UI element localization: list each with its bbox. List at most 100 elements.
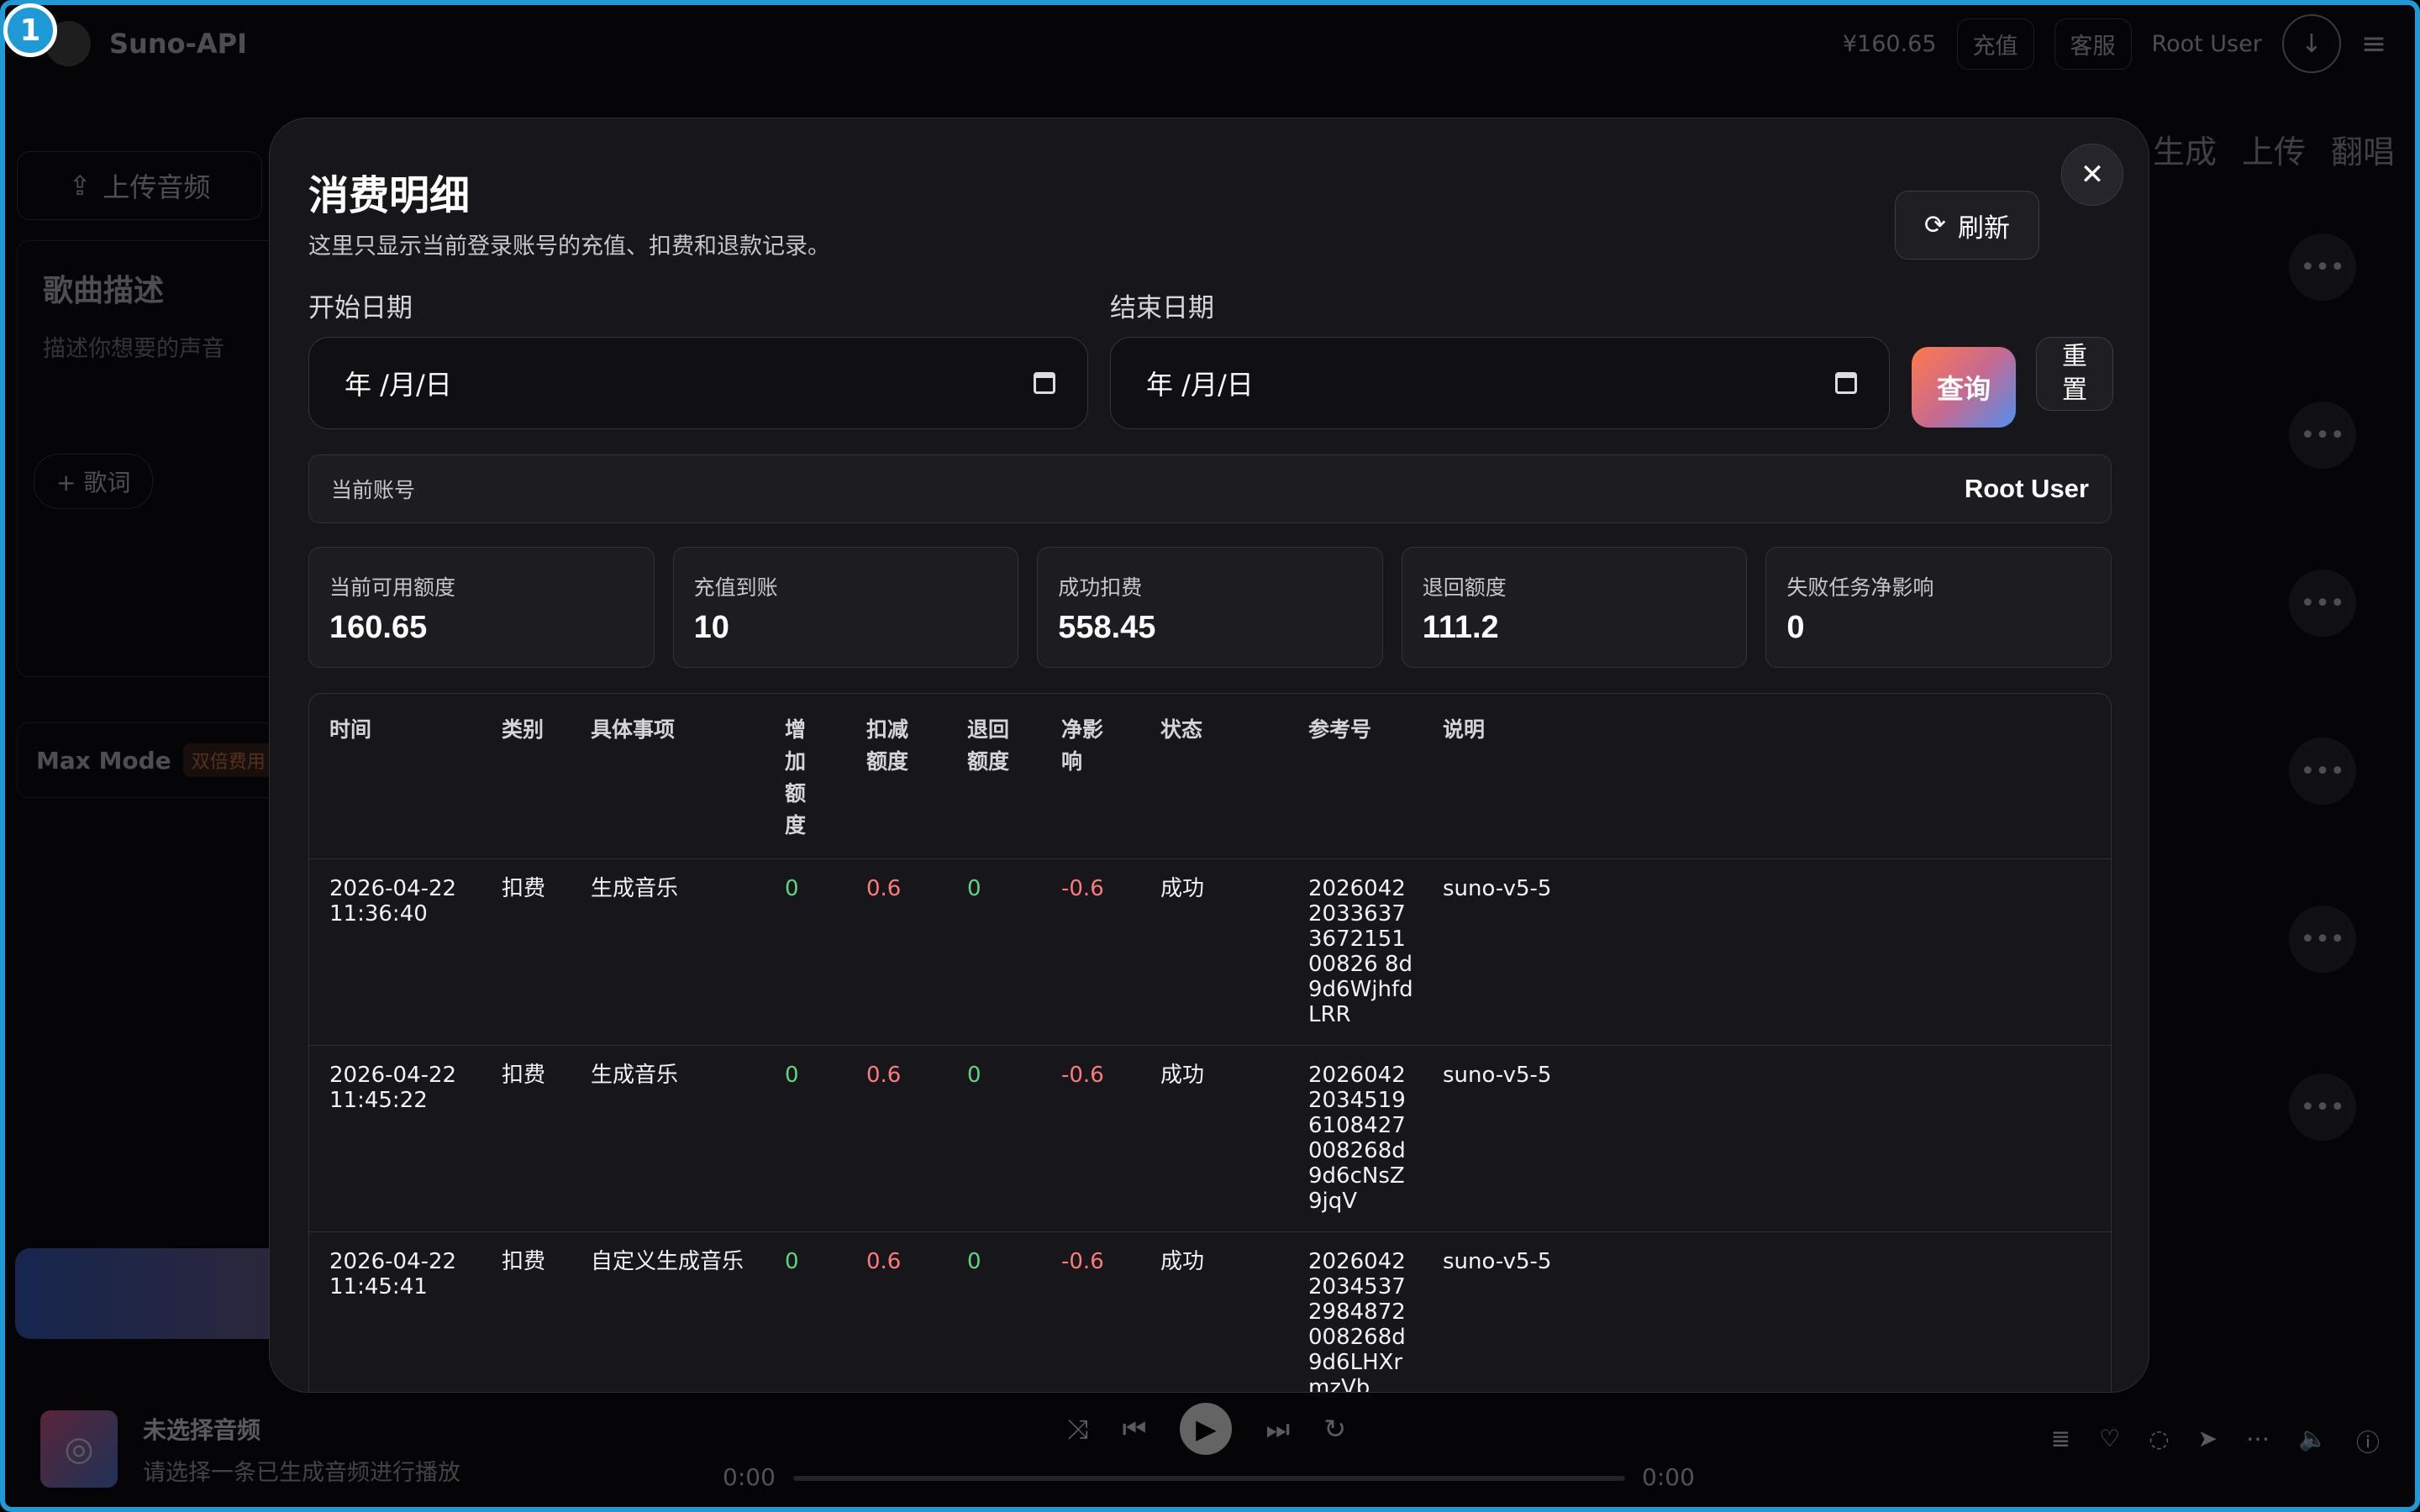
stat-value: 0 [1786,610,1805,645]
play-icon[interactable]: ▶ [1180,1403,1233,1455]
lyrics-button[interactable]: + 歌词 [34,454,154,509]
records-table: 时间 类别 具体事项 增加额度 扣减额度 退回额度 净影响 状态 参考号 说明 … [308,693,2112,1392]
download-icon[interactable]: ↓ [2281,14,2341,73]
cell-ref: 202604220345196108427008268d9d6cNsZ9jqV [1288,1045,1423,1232]
start-date-label: 开始日期 [308,293,413,323]
calendar-icon[interactable] [1835,372,1857,394]
progress-bar[interactable] [793,1476,1625,1481]
cell-net: -0.6 [1041,858,1140,1046]
col-header-text: 净影响 [1061,717,1104,774]
top-bar: Suno-API ¥160.65 充值 客服 Root User ↓ ≡ [0,0,2420,87]
start-date-input[interactable]: 年 /月/日 [308,337,1088,429]
upload-icon: ⇪ [68,170,92,202]
balance-display: ¥160.65 [1842,30,1937,57]
col-header: 说明 [1423,694,2111,859]
player-controls: ⤨ ⏮ ▶ ⏭ ↻ [1067,1403,1346,1455]
refresh-button[interactable]: ⟳ 刷新 [1895,191,2039,260]
user-name[interactable]: Root User [2152,31,2262,57]
prev-icon[interactable]: ⏮ [1123,1413,1147,1446]
col-header: 类别 [481,694,571,859]
cell-time: 2026-04-22 11:45:41 [309,1231,481,1392]
upload-audio-button[interactable]: ⇪ 上传音频 [17,151,262,220]
query-button[interactable]: 查询 [1912,347,2016,428]
album-cover-icon: ◎ [40,1410,118,1488]
cell-net: -0.6 [1041,1045,1140,1232]
stat-card-failed-net: 失败任务净影响 0 [1765,547,2112,668]
stat-card-available: 当前可用额度 160.65 [308,547,655,668]
tab-upload[interactable]: 上传 [2242,126,2306,172]
stat-label: 退回额度 [1422,575,1507,600]
cell-time: 2026-04-22 11:45:22 [309,1045,481,1232]
col-header: 净影响 [1041,694,1140,859]
more-icon[interactable]: ⋯ [2246,1425,2270,1458]
cell-refund: 0 [947,858,1041,1046]
cell-note: suno-v5-5 [1423,858,2111,1046]
end-date-input[interactable]: 年 /月/日 [1110,337,1890,429]
upload-audio-label: 上传音频 [103,171,211,203]
track-title: 未选择音频 [143,1415,261,1444]
col-header-text: 增加额度 [785,717,807,837]
more-icon[interactable]: ••• [2289,906,2356,973]
comment-icon[interactable]: ◌ [2149,1425,2169,1458]
modal-description: 这里只显示当前登录账号的充值、扣费和退款记录。 [308,234,830,260]
stat-label: 失败任务净影响 [1786,575,1934,600]
col-header: 状态 [1140,694,1288,859]
time-end: 0:00 [1642,1463,1695,1491]
brand-name: Suno-API [109,28,247,60]
cell-note: suno-v5-5 [1423,1231,2111,1392]
volume-icon[interactable]: 🔈 [2298,1425,2328,1458]
more-icon[interactable]: ••• [2289,1074,2356,1141]
cell-status: 成功 [1140,1045,1288,1232]
cell-item: 生成音乐 [571,1045,765,1232]
more-icon[interactable]: ••• [2289,402,2356,469]
cell-item: 自定义生成音乐 [571,1231,765,1392]
refresh-icon: ⟳ [1924,210,1946,240]
tab-cover[interactable]: 翻唱 [2331,126,2395,172]
modal-title: 消费明细 [308,172,471,219]
marker-badge: 1 [3,3,57,57]
tab-generate[interactable]: 生成 [2153,126,2217,172]
cell-ref: 202604220345372984872008268d9d6LHXrmzVb [1288,1231,1423,1392]
calendar-icon[interactable] [1034,372,1055,394]
heart-icon[interactable]: ♡ [2099,1425,2120,1458]
stat-value: 160.65 [329,610,428,645]
next-icon[interactable]: ⏭ [1265,1413,1290,1446]
support-button[interactable]: 客服 [2054,18,2132,70]
cell-status: 成功 [1140,1231,1288,1392]
refresh-label: 刷新 [1957,213,2010,244]
double-fee-badge: 双倍费用 [182,743,274,777]
stat-card-refund: 退回额度 111.2 [1401,547,1748,668]
cell-status: 成功 [1140,858,1288,1046]
shuffle-icon[interactable]: ⤨ [1067,1413,1089,1446]
stats-row: 当前可用额度 160.65 充值到账 10 成功扣费 558.45 退回额度 1… [308,547,2112,668]
info-icon[interactable]: ⓘ [2356,1425,2380,1458]
cell-net: -0.6 [1041,1231,1140,1392]
stat-label: 充值到账 [693,575,778,600]
cell-refund: 0 [947,1045,1041,1232]
stat-label: 当前可用额度 [329,575,456,600]
menu-icon[interactable]: ≡ [2361,27,2386,61]
share-icon[interactable]: ➤ [2198,1425,2217,1458]
more-icon[interactable]: ••• [2289,570,2356,637]
cell-deduct: 0.6 [846,858,947,1046]
cell-time: 2026-04-22 11:36:40 [309,858,481,1046]
table-row: 2026-04-22 11:36:40 扣费 生成音乐 0 0.6 0 -0.6… [309,858,2111,1046]
recharge-button[interactable]: 充值 [1956,18,2034,70]
table-header-row: 时间 类别 具体事项 增加额度 扣减额度 退回额度 净影响 状态 参考号 说明 [309,694,2111,859]
reset-button[interactable]: 重置 [2036,337,2113,411]
more-icon[interactable]: ••• [2289,738,2356,805]
playlist-icon[interactable]: ≣ [2051,1425,2070,1458]
more-icon[interactable]: ••• [2289,234,2356,301]
audio-player: ◎ 未选择音频 请选择一条已生成音频进行播放 ⤨ ⏮ ▶ ⏭ ↻ 0:00 0:… [0,1386,2420,1512]
repeat-icon[interactable]: ↻ [1323,1413,1346,1445]
cell-add: 0 [765,1231,846,1392]
cell-type: 扣费 [481,858,571,1046]
stat-value: 558.45 [1058,610,1156,645]
stat-card-deducted: 成功扣费 558.45 [1037,547,1383,668]
cell-add: 0 [765,1045,846,1232]
end-date-label: 结束日期 [1110,293,1214,323]
close-icon[interactable]: ✕ [2061,144,2123,206]
cell-deduct: 0.6 [846,1231,947,1392]
col-header-text: 扣减额度 [866,717,909,774]
top-right-group: ¥160.65 充值 客服 Root User ↓ ≡ [1843,14,2386,73]
